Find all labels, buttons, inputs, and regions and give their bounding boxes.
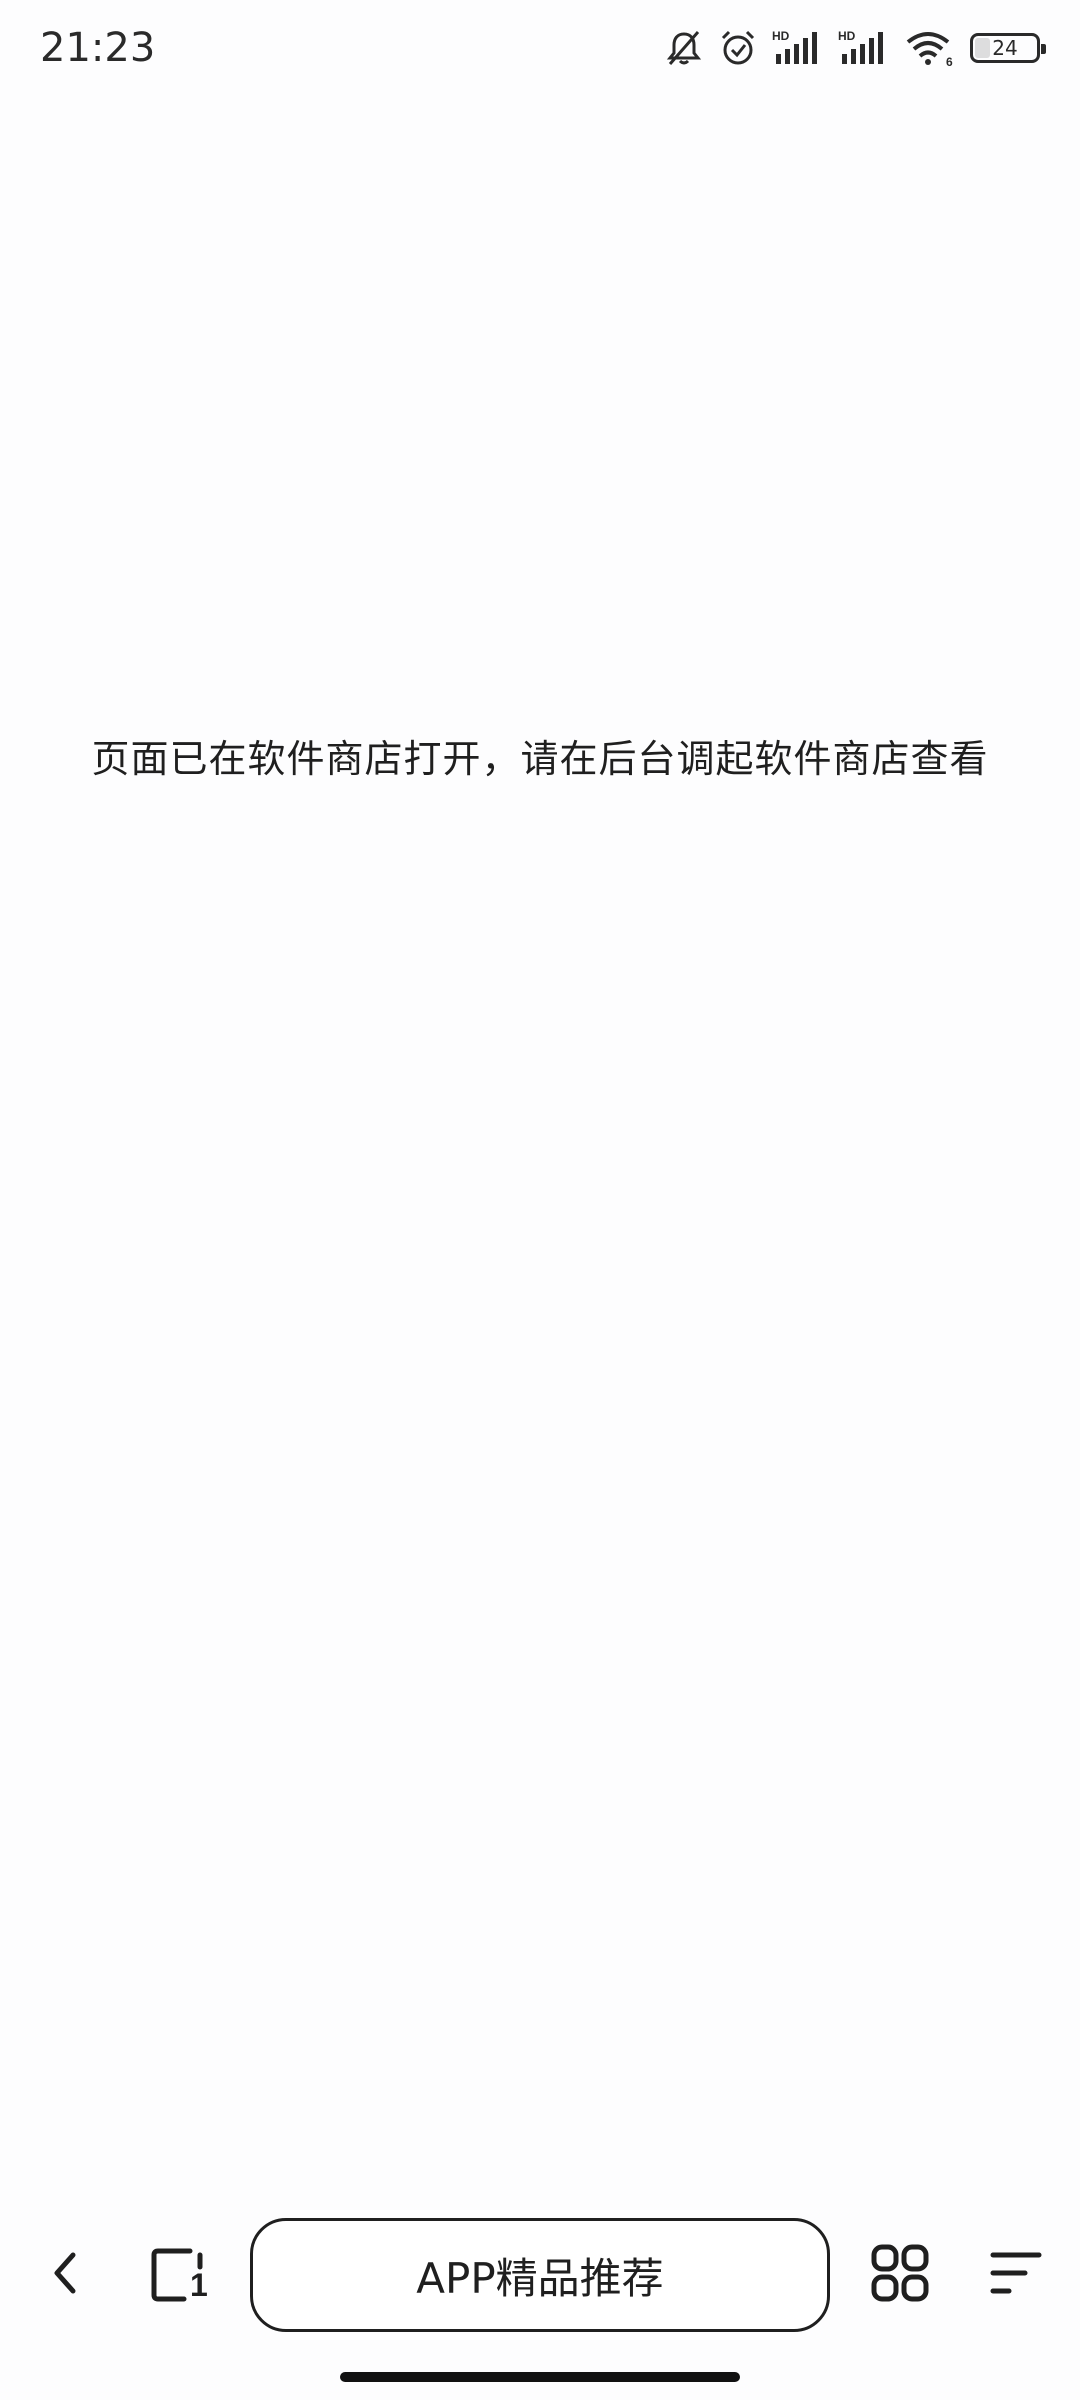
signal-icon: HD [772, 28, 824, 68]
store-open-message: 页面已在软件商店打开，请在后台调起软件商店查看 [91, 737, 989, 781]
apps-button[interactable] [860, 2230, 940, 2320]
svg-text:HD: HD [838, 29, 856, 43]
battery-fill [975, 38, 991, 58]
status-time: 21:23 [40, 25, 156, 71]
signal-icon: HD [838, 28, 890, 68]
tabs-count: 1 [190, 2267, 208, 2303]
back-button[interactable] [30, 2230, 100, 2320]
tabs-icon: 1 [150, 2245, 210, 2305]
alarm-icon [718, 28, 758, 68]
app-recommend-label: APP精品推荐 [416, 2253, 664, 2303]
grid-icon [870, 2243, 930, 2307]
svg-text:6: 6 [946, 55, 953, 68]
home-indicator[interactable] [340, 2372, 740, 2382]
battery-icon: 24 [970, 33, 1046, 63]
tabs-button[interactable]: 1 [140, 2230, 220, 2320]
menu-icon [985, 2243, 1045, 2307]
bell-off-icon [664, 28, 704, 68]
battery-level: 24 [992, 36, 1018, 60]
app-recommend-button[interactable]: APP精品推荐 [250, 2218, 830, 2332]
wifi-icon: 6 [904, 28, 956, 68]
bottom-toolbar: 1 APP精品推荐 [0, 2210, 1080, 2340]
screen: 21:23 HD HD 6 24 页面已在软件商店打开，请在后台调起软件商店查看… [0, 0, 1080, 2400]
status-icons: HD HD 6 24 [664, 28, 1046, 68]
chevron-left-icon [45, 2243, 85, 2307]
svg-text:HD: HD [772, 29, 790, 43]
status-bar: 21:23 HD HD 6 24 [0, 0, 1080, 96]
menu-button[interactable] [975, 2230, 1055, 2320]
